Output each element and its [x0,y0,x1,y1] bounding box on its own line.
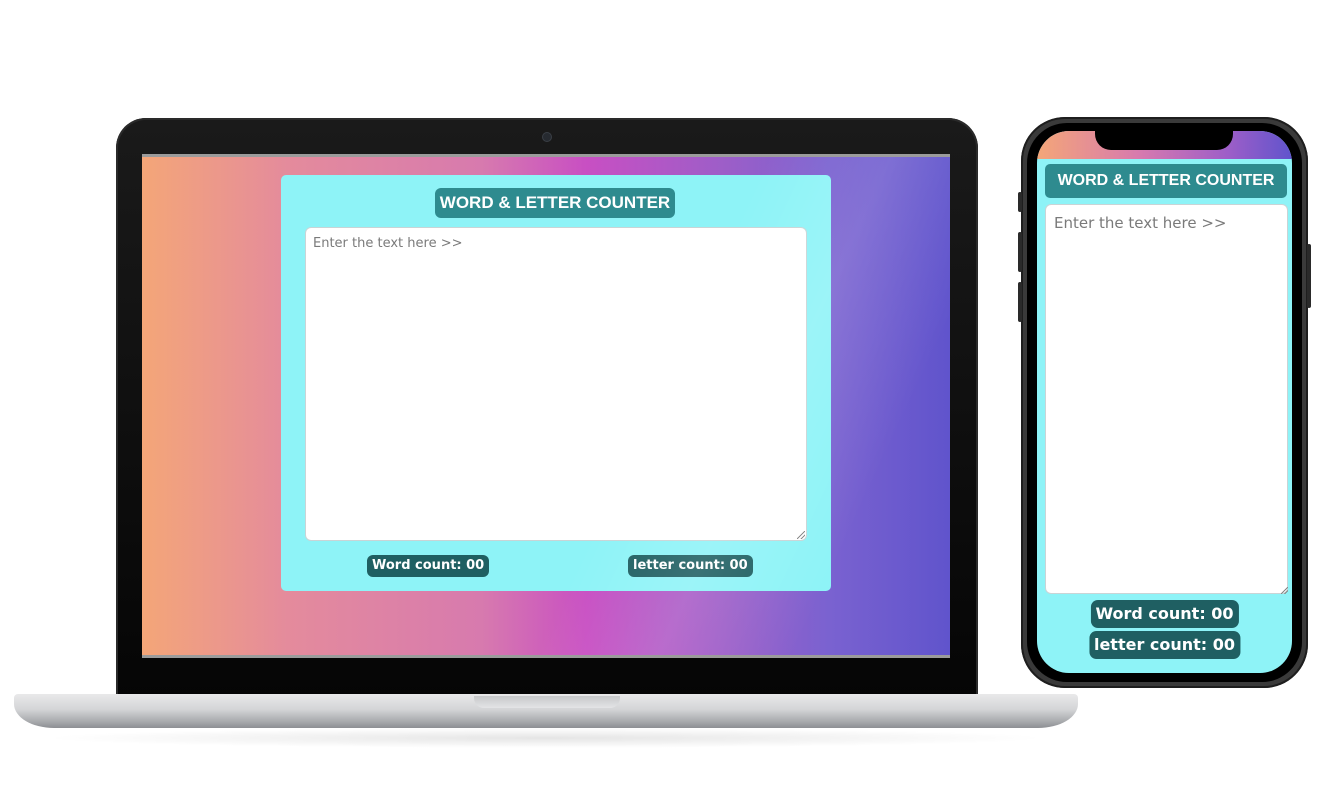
counter-card: WORD & LETTER COUNTER Word count: 00 let… [281,175,831,591]
mobile-resize-handle-icon[interactable] [1281,587,1288,594]
camera-icon [543,133,551,141]
resize-handle-icon[interactable] [797,531,805,539]
mobile-letter-count-badge: letter count: 00 [1088,631,1241,659]
phone-power-button [1307,244,1311,308]
phone-mute-switch [1018,192,1022,212]
letter-count-badge: letter count: 00 [628,555,753,577]
device-mockup-stage: WORD & LETTER COUNTER Word count: 00 let… [0,0,1326,797]
laptop-shadow [40,728,1050,748]
phone-volume-up-button [1018,232,1022,272]
text-input[interactable] [305,227,807,541]
mobile-text-input[interactable] [1045,204,1288,594]
word-count-badge: Word count: 00 [367,555,490,577]
laptop-trackpad-notch [474,696,620,708]
laptop-screen: WORD & LETTER COUNTER Word count: 00 let… [142,154,950,658]
mobile-word-count-badge: Word count: 00 [1090,600,1239,628]
phone-notch [1095,128,1233,150]
phone-screen: WORD & LETTER COUNTER Word count: 00 let… [1037,131,1292,673]
phone-volume-down-button [1018,282,1022,322]
mobile-app-title: WORD & LETTER COUNTER [1045,164,1287,198]
app-title: WORD & LETTER COUNTER [435,188,675,218]
